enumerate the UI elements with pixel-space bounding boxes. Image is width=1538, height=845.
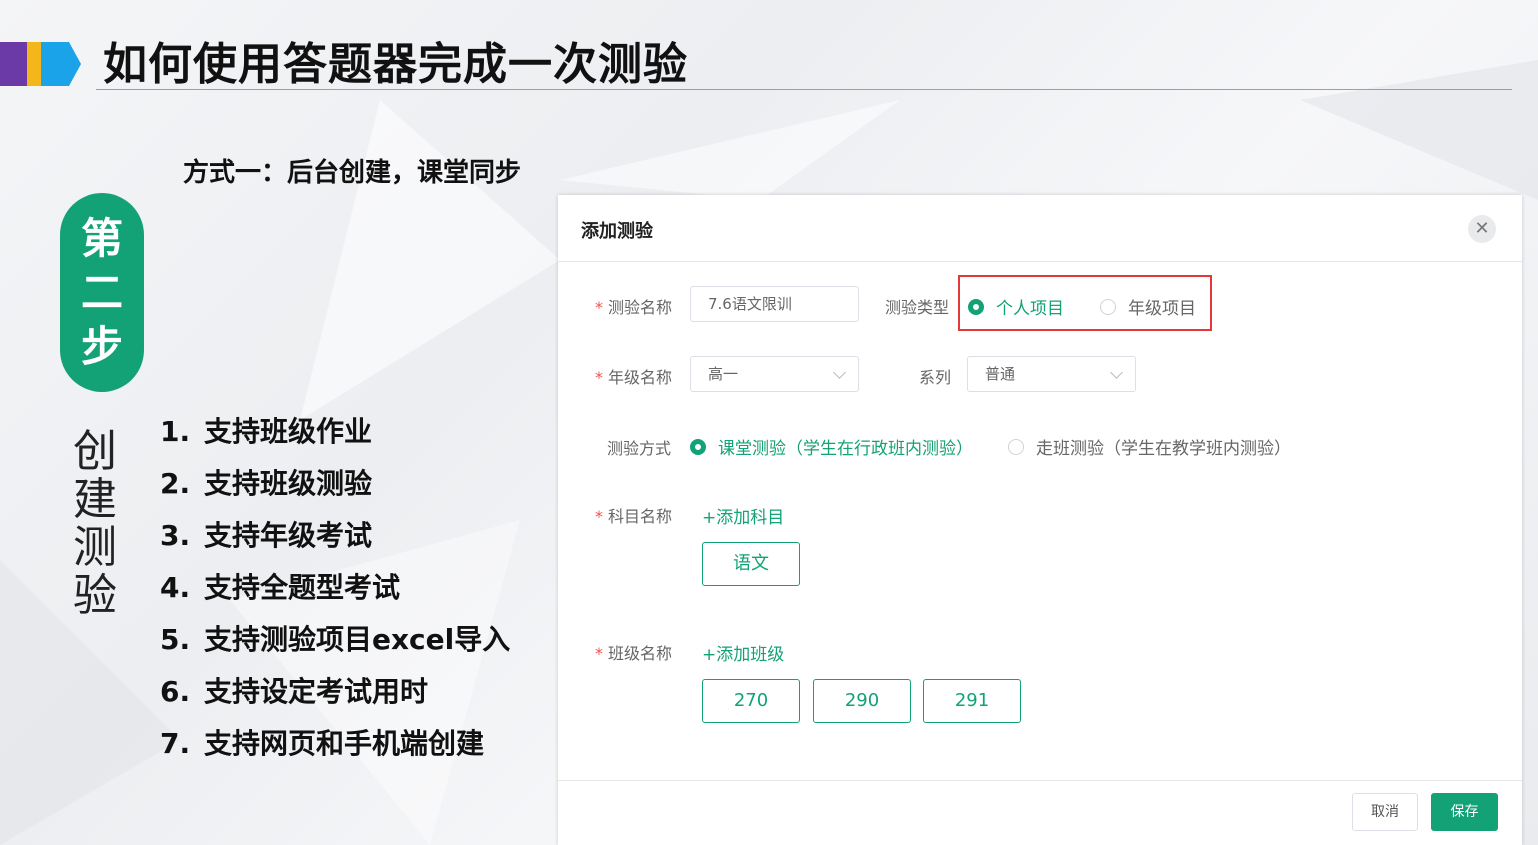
radio-checked-icon bbox=[690, 438, 706, 455]
grade-label: * 年级名称 bbox=[595, 368, 673, 387]
series-label: 系列 bbox=[919, 368, 952, 387]
class-label: * 班级名称 bbox=[595, 644, 673, 663]
feature-item: 7. 支持网页和手机端创建 bbox=[160, 727, 485, 760]
title-divider bbox=[96, 89, 1512, 90]
step-badge: 第 二 步 bbox=[60, 193, 144, 392]
add-quiz-dialog: 添加测验 ✕ * 测验名称 7.6语文限训 测验类型 个人项目 年级项目 * 年级名… bbox=[558, 195, 1522, 845]
section-char: 创 bbox=[73, 426, 117, 477]
quiz-type-label: 测验类型 bbox=[885, 298, 950, 317]
cancel-button[interactable]: 取消 bbox=[1352, 793, 1418, 831]
radio-checked-icon bbox=[968, 298, 984, 315]
quiz-type-grade-radio[interactable]: 年级项目 bbox=[1100, 294, 1196, 319]
feature-item: 4. 支持全题型考试 bbox=[160, 571, 401, 604]
dialog-title: 添加测验 bbox=[581, 221, 653, 242]
feature-item: 2. 支持班级测验 bbox=[160, 467, 373, 500]
subject-tag[interactable]: 语文 bbox=[702, 542, 800, 586]
feature-list: 1. 支持班级作业 2. 支持班级测验 3. 支持年级考试 4. 支持全题型考试 5. 支… bbox=[160, 410, 510, 774]
grade-select[interactable]: 高一 bbox=[690, 356, 859, 392]
section-char: 建 bbox=[73, 474, 117, 525]
slide-title: 如何使用答题器完成一次测验 bbox=[103, 39, 688, 90]
radio-unchecked-icon bbox=[1100, 298, 1116, 315]
section-char: 测 bbox=[73, 522, 117, 573]
dialog-divider bbox=[558, 261, 1522, 262]
quiz-name-label: * 测验名称 bbox=[595, 298, 673, 317]
save-button[interactable]: 保存 bbox=[1431, 793, 1498, 831]
quiz-mode-classroom-radio[interactable]: 课堂测验（学生在行政班内测验） bbox=[690, 434, 973, 459]
radio-unchecked-icon bbox=[1008, 438, 1024, 455]
quiz-mode-walking-radio[interactable]: 走班测验（学生在教学班内测验） bbox=[1008, 434, 1291, 459]
quiz-type-personal-radio[interactable]: 个人项目 bbox=[968, 294, 1064, 319]
quiz-mode-label: 测验方式 bbox=[607, 439, 672, 458]
feature-item: 1. 支持班级作业 bbox=[160, 415, 373, 448]
chevron-down-icon bbox=[833, 366, 846, 379]
feature-item: 3. 支持年级考试 bbox=[160, 519, 373, 552]
subject-label: * 科目名称 bbox=[595, 507, 673, 526]
feature-item: 5. 支持测验项目excel导入 bbox=[160, 623, 511, 656]
feature-item: 6. 支持设定考试用时 bbox=[160, 675, 429, 708]
chevron-down-icon bbox=[1110, 366, 1123, 379]
class-tag[interactable]: 291 bbox=[923, 679, 1021, 723]
add-class-link[interactable]: +添加班级 bbox=[702, 640, 784, 665]
section-char: 验 bbox=[73, 570, 117, 621]
step-char: 二 bbox=[80, 267, 123, 317]
class-tag[interactable]: 270 bbox=[702, 679, 800, 723]
class-tag[interactable]: 290 bbox=[813, 679, 911, 723]
add-subject-link[interactable]: +添加科目 bbox=[702, 503, 784, 528]
step-char: 步 bbox=[80, 321, 123, 371]
slide-subtitle: 方式一：后台创建，课堂同步 bbox=[183, 158, 522, 188]
close-icon[interactable]: ✕ bbox=[1468, 215, 1496, 243]
series-select[interactable]: 普通 bbox=[967, 356, 1136, 392]
step-char: 第 bbox=[80, 213, 123, 263]
section-label: 创 建 测 验 bbox=[70, 428, 120, 620]
footer-divider bbox=[558, 780, 1522, 781]
quiz-name-input[interactable]: 7.6语文限训 bbox=[690, 286, 859, 322]
